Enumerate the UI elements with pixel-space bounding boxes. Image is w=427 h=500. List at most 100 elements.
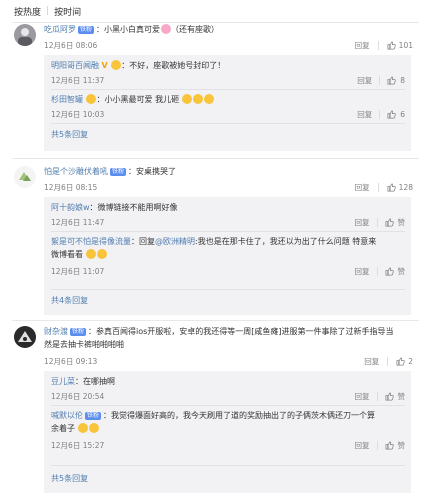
action-separator <box>377 183 379 192</box>
more-replies-link[interactable]: 共4条回复 <box>51 295 88 306</box>
comment-timestamp: 12月6日 08:06 <box>44 41 98 50</box>
reply-item: 阿十韵娘w：微博链接不能用啊好像 12月6日 11:47 回复 赞 <box>51 202 405 230</box>
reply-username[interactable]: 杉田智罐 <box>51 95 83 104</box>
reply-divider <box>51 231 405 232</box>
emoji-icon <box>193 94 204 104</box>
thumbs-up-icon <box>396 357 405 366</box>
avatar[interactable] <box>14 326 36 348</box>
reply-username[interactable]: 阿十韵娘w <box>51 203 90 212</box>
reply-button[interactable]: 回复 <box>357 109 372 120</box>
like-label: 赞 <box>397 267 406 276</box>
reply-text-line: 余着子 <box>51 423 100 434</box>
action-separator <box>376 441 378 450</box>
divider <box>12 320 419 321</box>
comment-timestamp: 12月6日 08:15 <box>44 183 98 192</box>
reply-button[interactable]: 回复 <box>355 217 370 228</box>
more-replies-link[interactable]: 共5条回复 <box>51 473 88 484</box>
comment-text: ：安桌携哭了 <box>128 167 177 176</box>
comment-actions: 回复 128 <box>355 182 413 193</box>
thumbs-up-icon[interactable] <box>385 218 394 227</box>
reply-button[interactable]: 回复 <box>355 182 370 193</box>
reply-divider <box>51 289 405 290</box>
reply-text-line: 明阳哥百闻融 V ：不好，座歌被她号封印了！ <box>51 60 225 71</box>
reply-username[interactable]: 明阳哥百闻融 <box>51 61 99 70</box>
reply-text: ：不好，座歌被她号封印了！ <box>121 61 226 70</box>
reply-button[interactable]: 回复 <box>357 75 372 86</box>
divider <box>12 158 419 159</box>
reply-timestamp: 12月6日 20:54 <box>51 392 105 401</box>
reply-username[interactable]: 豆儿菜 <box>51 377 75 386</box>
comment-actions: 回复 101 <box>355 40 413 51</box>
reply-text-cont: :我也是在那卡住了，我还以为出了什么问题 特意来 <box>195 237 377 246</box>
sort-by-time-tab[interactable]: 按时间 <box>54 5 81 18</box>
reply-button[interactable]: 回复 <box>355 391 370 402</box>
reply-timestamp: 12月6日 15:27 <box>51 441 105 450</box>
thumbs-up-icon[interactable] <box>385 441 394 450</box>
sort-by-hot-tab[interactable]: 按热度 <box>14 5 41 18</box>
reply-username[interactable]: 絮是可不怕是得像流量 <box>51 237 131 246</box>
comment-text-line: 吃瓜阿罗 铁粉 ：小黑小白真可爱 （还有座歌） <box>44 24 219 35</box>
comment-timestamp: 12月6日 09:13 <box>44 357 98 366</box>
like-label: 赞 <box>397 218 406 227</box>
comment-text-line: 怕是个沙雕伏着吼 铁粉 ：安桌携哭了 <box>44 166 176 177</box>
reply-actions: 回复 赞 <box>355 217 406 228</box>
reply-timestamp: 12月6日 11:37 <box>51 76 105 85</box>
like-button[interactable]: 101 <box>387 41 413 50</box>
reply-box: 明阳哥百闻融 V ：不好，座歌被她号封印了！ 12月6日 11:37 回复 8 … <box>44 55 411 151</box>
like-button[interactable]: 2 <box>396 357 413 366</box>
reply-text-line: 喊默以伦 铁粉 ：我觉得爆面好高的，我今天刷用了道的奖励抽出了的子俩茨木俩还刀一个算 <box>51 410 375 421</box>
reply-button[interactable]: 回复 <box>364 356 379 367</box>
comment-item: 吃瓜阿罗 铁粉 ：小黑小白真可爱 （还有座歌） 12月6日 08:06 回复 101 … <box>14 24 419 152</box>
thumbs-up-icon[interactable] <box>387 110 396 119</box>
reply-item: 絮是可不怕是得像流量：回复@欧洲精明:我也是在那卡住了，我还以为出了什么问题 特… <box>51 236 405 286</box>
reply-divider <box>51 465 405 466</box>
emoji-icon <box>110 60 121 70</box>
like-label: 赞 <box>397 392 406 401</box>
emoji-icon <box>182 94 193 104</box>
reply-button[interactable]: 回复 <box>355 40 370 51</box>
comment-text: ：参真百闻得ios开服啦，安卓的我还得等一周[咸鱼瘫]进服第一件事除了过新手指导… <box>88 327 394 336</box>
reply-text-cont: 余着子 <box>51 424 75 433</box>
reply-item: 杉田智罐 ：小小黑最可爱 我儿砸 12月6日 10:03 回复 6 <box>51 94 405 122</box>
reply-text: ：回复 <box>131 237 155 246</box>
action-separator <box>379 110 381 119</box>
like-label: 赞 <box>397 441 406 450</box>
verified-v-icon: V <box>101 61 108 70</box>
reply-text-line: 微博看看 <box>51 249 108 260</box>
thumbs-up-icon[interactable] <box>385 267 394 276</box>
comment-username[interactable]: 吃瓜阿罗 <box>44 25 76 34</box>
comment-text-line: 财杂渡 铁粉 ：参真百闻得ios开服啦，安卓的我还得等一周[咸鱼瘫]进服第一件事除了… <box>44 326 394 337</box>
more-replies-link[interactable]: 共5条回复 <box>51 129 88 140</box>
reply-actions: 回复 赞 <box>355 266 406 277</box>
comment-username[interactable]: 财杂渡 <box>44 327 68 336</box>
comment-item: 怕是个沙雕伏着吼 铁粉 ：安桌携哭了 12月6日 08:15 回复 128 阿十韵娘… <box>14 166 419 316</box>
emoji-icon <box>97 249 108 259</box>
comment-actions: 回复 2 <box>364 356 413 367</box>
action-separator <box>376 218 378 227</box>
emoji-icon <box>89 423 100 433</box>
thumbs-up-icon[interactable] <box>385 392 394 401</box>
reply-button[interactable]: 回复 <box>355 440 370 451</box>
sort-bar: 按热度 | 按时间 <box>14 4 81 18</box>
reply-text-line: 阿十韵娘w：微博链接不能用啊好像 <box>51 202 178 213</box>
sort-separator: | <box>46 6 50 16</box>
mention-link[interactable]: @欧洲精明 <box>155 237 195 246</box>
comment-username[interactable]: 怕是个沙雕伏着吼 <box>44 167 108 176</box>
avatar[interactable] <box>14 166 36 188</box>
reply-text: ：小小黑最可爱 我儿砸 <box>96 95 180 104</box>
like-count: 128 <box>398 183 413 192</box>
action-separator <box>387 357 389 366</box>
emoji-icon <box>78 423 89 433</box>
reply-box: 豆儿菜：在哪抽啊 12月6日 20:54 回复 赞 喊默以伦 铁粉 ：我觉得爆面好高… <box>44 371 411 493</box>
reply-username[interactable]: 喊默以伦 <box>51 411 83 420</box>
pig-emoji-icon <box>160 24 171 34</box>
avatar[interactable] <box>14 24 36 46</box>
fan-badge: 铁粉 <box>70 328 87 336</box>
thumbs-up-icon[interactable] <box>387 76 396 85</box>
reply-text-line: 絮是可不怕是得像流量：回复@欧洲精明:我也是在那卡住了，我还以为出了什么问题 特… <box>51 236 376 247</box>
reply-item: 明阳哥百闻融 V ：不好，座歌被她号封印了！ 12月6日 11:37 回复 8 <box>51 60 405 88</box>
reply-button[interactable]: 回复 <box>355 266 370 277</box>
comment-text-cont: 然是去抽卡裤啪啪啪啪 <box>44 340 124 349</box>
like-button[interactable]: 128 <box>387 183 413 192</box>
action-separator <box>379 76 381 85</box>
